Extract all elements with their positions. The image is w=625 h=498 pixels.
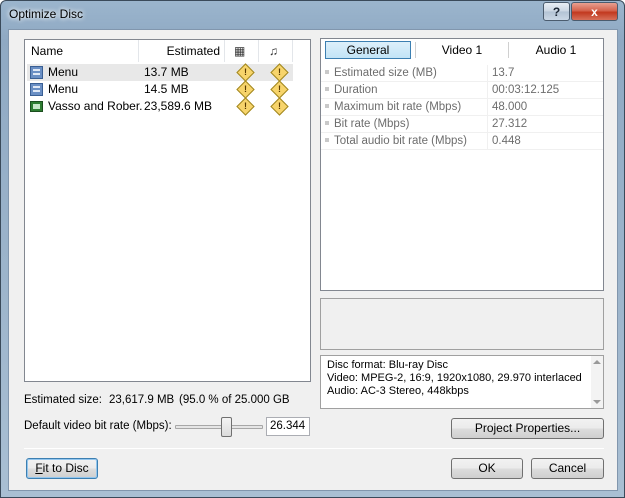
disc-info-box[interactable]: Disc format: Blu-ray Disc Video: MPEG-2,…	[320, 355, 604, 409]
window-title: Optimize Disc	[9, 7, 84, 21]
disc-format-text: Disc format: Blu-ray Disc	[327, 359, 449, 371]
divider	[24, 448, 604, 449]
vertical-scrollbar[interactable]	[591, 356, 603, 408]
bitrate-input[interactable]: 26.344	[266, 417, 310, 436]
property-row[interactable]: Duration 00:03:12.125	[321, 82, 603, 99]
project-properties-button[interactable]: Project Properties...	[451, 418, 604, 439]
scroll-down-arrow-icon[interactable]	[593, 400, 601, 404]
property-row[interactable]: Total audio bit rate (Mbps) 0.448	[321, 133, 603, 150]
music-note-icon: ♫	[269, 44, 278, 58]
row-bullet	[325, 138, 329, 142]
property-row[interactable]: Bit rate (Mbps) 27.312	[321, 116, 603, 133]
bitrate-slider-thumb[interactable]	[221, 417, 233, 437]
estimated-size-percent: (95.0 % of 25.000 GB	[179, 394, 290, 406]
menu-icon	[30, 66, 43, 79]
media-list[interactable]: Name Estimated Size ▦ ♫ Menu 13.7 MB ! !…	[24, 39, 311, 382]
dialog-client-area: Name Estimated Size ▦ ♫ Menu 13.7 MB ! !…	[8, 29, 618, 491]
film-icon	[30, 101, 43, 112]
ok-button[interactable]: OK	[451, 458, 523, 479]
bitrate-slider-track[interactable]	[175, 425, 263, 429]
property-row[interactable]: Maximum bit rate (Mbps) 48.000	[321, 99, 603, 116]
property-label: Maximum bit rate (Mbps)	[334, 101, 462, 113]
property-row[interactable]: Estimated size (MB) 13.7	[321, 65, 603, 82]
column-header-estimated-size[interactable]: Estimated Size	[139, 40, 225, 80]
fit-to-disc-label: it to Disc	[42, 461, 89, 475]
estimated-size-value: 23,617.9 MB	[109, 394, 175, 406]
column-header-name[interactable]: Name	[25, 40, 139, 62]
cancel-button[interactable]: Cancel	[531, 458, 604, 479]
scroll-up-arrow-icon[interactable]	[593, 360, 601, 364]
list-header: Name Estimated Size ▦ ♫	[25, 40, 310, 80]
property-value: 48.000	[487, 99, 603, 116]
row-bullet	[325, 104, 329, 108]
list-item-name: Vasso and Rober...	[48, 99, 143, 113]
video-warning-icon: !	[236, 80, 255, 99]
row-bullet	[325, 121, 329, 125]
tab-audio-1[interactable]: Audio 1	[509, 39, 603, 61]
close-button[interactable]: x	[571, 2, 618, 21]
list-item[interactable]: Menu 13.7 MB ! !	[27, 63, 293, 82]
property-label: Duration	[334, 84, 378, 96]
audio-warning-icon: !	[270, 97, 289, 116]
property-value: 0.448	[487, 133, 603, 150]
list-item-name: Menu	[48, 82, 79, 96]
property-value: 27.312	[487, 116, 603, 133]
audio-warning-icon: !	[270, 80, 289, 99]
video-warning-icon: !	[236, 97, 255, 116]
property-value: 13.7	[487, 65, 603, 82]
audio-warning-icon: !	[270, 63, 289, 82]
property-label: Bit rate (Mbps)	[334, 118, 410, 130]
column-header-video[interactable]: ▦	[225, 40, 259, 62]
default-bitrate-label: Default video bit rate (Mbps):	[24, 420, 172, 432]
property-label: Estimated size (MB)	[334, 67, 437, 79]
list-item-size: 13.7 MB	[144, 65, 189, 79]
help-button[interactable]: ?	[543, 2, 570, 21]
column-header-audio[interactable]: ♫	[259, 40, 293, 62]
properties-tabs: General Video 1 Audio 1	[320, 38, 604, 62]
row-bullet	[325, 70, 329, 74]
menu-icon	[30, 83, 43, 96]
list-item[interactable]: Menu 14.5 MB ! !	[27, 80, 293, 99]
optimize-disc-dialog: Optimize Disc ? x Name Estimated Size ▦ …	[0, 0, 625, 498]
estimated-size-label: Estimated size:	[24, 394, 102, 406]
video-format-text: Video: MPEG-2, 16:9, 1920x1080, 29.970 i…	[327, 372, 582, 384]
title-bar[interactable]: Optimize Disc ? x	[1, 1, 624, 29]
fit-to-disc-mnemonic: F	[35, 461, 43, 475]
fit-to-disc-button[interactable]: Fit to Disc	[26, 458, 98, 479]
property-value: 00:03:12.125	[487, 82, 603, 99]
property-label: Total audio bit rate (Mbps)	[334, 135, 467, 147]
list-item-name: Menu	[48, 65, 79, 79]
list-item-size: 23,589.6 MB	[144, 99, 213, 113]
audio-format-text: Audio: AC-3 Stereo, 448kbps	[327, 385, 469, 397]
list-item[interactable]: Vasso and Rober... 23,589.6 MB ! !	[27, 97, 293, 116]
tab-video-1[interactable]: Video 1	[416, 39, 508, 61]
tab-general[interactable]: General	[325, 41, 411, 59]
property-grid[interactable]: Estimated size (MB) 13.7 Duration 00:03:…	[320, 61, 604, 291]
list-item-size: 14.5 MB	[144, 82, 189, 96]
property-description-panel	[320, 298, 604, 350]
film-icon: ▦	[234, 44, 246, 58]
video-warning-icon: !	[236, 63, 255, 82]
row-bullet	[325, 87, 329, 91]
